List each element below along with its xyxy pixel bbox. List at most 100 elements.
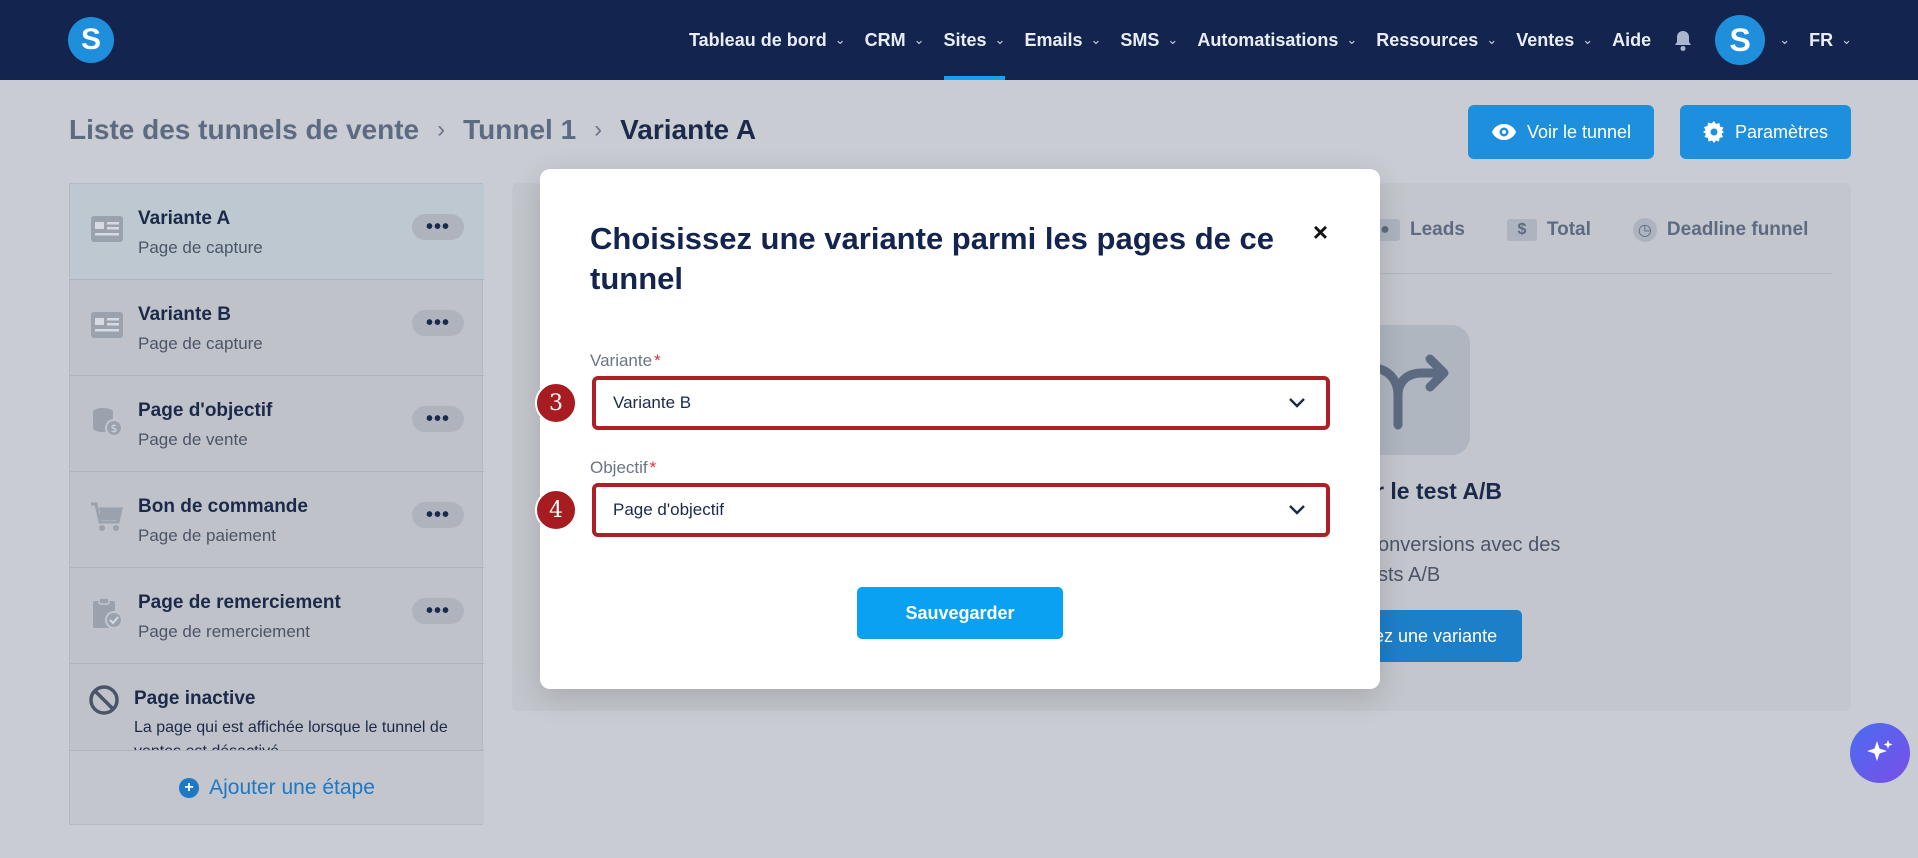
chevron-down-icon: ⌄ (1090, 32, 1102, 47)
ab-test-description: onversions avec des sts A/B (1378, 530, 1560, 590)
settings-button[interactable]: Paramètres (1680, 105, 1851, 159)
chevron-down-icon: ⌄ (834, 32, 846, 47)
sidebar-item-subtitle: Page de capture (138, 238, 263, 257)
stats-tabs: ● Leads $ Total ◷ Deadline funnel (1370, 218, 1850, 242)
sidebar-item-title: Page de remerciement (138, 592, 341, 613)
nav-item-crm[interactable]: CRM ⌄ (865, 0, 925, 80)
nav-item-tableau-de-bord[interactable]: Tableau de bord ⌄ (689, 0, 846, 80)
nav-item-label: Aide (1612, 29, 1652, 50)
objective-label-text: Objectif (590, 458, 648, 477)
variant-select[interactable]: Variante B (592, 376, 1330, 430)
language-label: FR (1809, 29, 1834, 50)
nav-item-label: Emails (1024, 29, 1083, 50)
sidebar-item-title: Variante B (138, 304, 231, 325)
sidebar-item-subtitle: Page de remerciement (138, 622, 310, 641)
sidebar-item-title: Variante A (138, 208, 231, 229)
ab-desc-line: onversions avec des (1378, 534, 1561, 556)
bell-icon[interactable] (1673, 30, 1693, 51)
save-button[interactable]: Sauvegarder (857, 587, 1063, 639)
chevron-down-icon: ⌄ (1841, 32, 1852, 47)
nav-item-sites[interactable]: Sites ⌄ (943, 0, 1006, 80)
objective-field-label: Objectif * (590, 458, 656, 478)
sidebar-item-page-remerciement[interactable]: Page de remerciement Page de remerciemen… (70, 568, 484, 664)
funnel-steps-sidebar: Variante A Page de capture ••• Variante … (69, 183, 484, 825)
dollar-icon: $ (1506, 219, 1537, 241)
chevron-down-icon: ⌄ (1167, 32, 1179, 47)
close-icon[interactable]: × (1313, 217, 1328, 248)
objective-select-value: Page d'objectif (613, 500, 724, 519)
chevron-right-icon: › (594, 116, 603, 143)
avatar-menu-toggle[interactable]: ⌄ (1771, 0, 1790, 80)
sidebar-item-title: Page inactive (134, 688, 256, 709)
chevron-down-icon: ⌄ (913, 32, 925, 47)
chevron-right-icon: › (437, 116, 446, 143)
variant-label-text: Variante (590, 351, 653, 370)
clock-icon: ◷ (1632, 218, 1657, 242)
more-options-button[interactable]: ••• (412, 406, 464, 432)
form-card-icon (91, 312, 123, 338)
breadcrumb-current: Variante A (620, 114, 757, 145)
variant-field-label: Variante * (590, 351, 661, 371)
nav-item-ressources[interactable]: Ressources ⌄ (1376, 0, 1497, 80)
variant-select-value: Variante B (613, 393, 692, 412)
chevron-down-icon: ⌄ (994, 32, 1006, 47)
sidebar-item-variante-a[interactable]: Variante A Page de capture ••• (70, 184, 484, 280)
language-selector[interactable]: FR ⌄ (1809, 0, 1852, 80)
sidebar-item-subtitle: Page de vente (138, 430, 248, 449)
nav-item-aide[interactable]: Aide (1612, 0, 1651, 80)
view-funnel-button[interactable]: Voir le tunnel (1468, 105, 1654, 159)
cart-icon (91, 502, 123, 531)
chevron-down-icon: ⌄ (1582, 32, 1594, 47)
tab-total[interactable]: $ Total (1506, 219, 1591, 241)
clipboard-check-icon (93, 597, 123, 629)
objective-select[interactable]: Page d'objectif (592, 483, 1330, 537)
ai-assistant-sparkle-icon[interactable] (1850, 723, 1910, 783)
sidebar-item-subtitle: Page de capture (138, 334, 263, 353)
tab-deadline-funnel[interactable]: ◷ Deadline funnel (1632, 218, 1809, 242)
more-options-button[interactable]: ••• (412, 598, 464, 624)
nav-item-ventes[interactable]: Ventes ⌄ (1516, 0, 1593, 80)
svg-text:$: $ (111, 422, 118, 435)
chevron-down-icon (1289, 398, 1305, 408)
tab-label: Total (1546, 219, 1591, 240)
sidebar-item-description: La page qui est affichée lorsque le tunn… (134, 719, 448, 752)
nav-item-automatisations[interactable]: Automatisations ⌄ (1197, 0, 1357, 80)
nav-item-emails[interactable]: Emails ⌄ (1024, 0, 1101, 80)
more-options-button[interactable]: ••• (412, 502, 464, 528)
required-mark: * (649, 458, 657, 477)
more-options-button[interactable]: ••• (412, 214, 464, 240)
nav-item-sms[interactable]: SMS ⌄ (1120, 0, 1178, 80)
nav-item-label: Ressources (1376, 29, 1479, 50)
breadcrumb: Liste des tunnels de vente › Tunnel 1 › … (69, 114, 756, 146)
nav-item-label: Automatisations (1197, 29, 1339, 50)
more-options-button[interactable]: ••• (412, 310, 464, 336)
app-logo[interactable]: S (68, 17, 114, 63)
nav-item-label: Sites (943, 29, 987, 50)
sidebar-item-page-inactive[interactable]: Page inactive La page qui est affichée l… (70, 664, 484, 752)
sidebar-item-subtitle: Page de paiement (138, 526, 276, 545)
step-badge-4: 4 (535, 489, 577, 531)
sidebar-item-page-objectif[interactable]: $ Page d'objectif Page de vente ••• (70, 376, 484, 472)
nav-menu: Tableau de bord ⌄ CRM ⌄ Sites ⌄ Emails ⌄ SMS… (670, 0, 1852, 80)
required-mark: * (654, 351, 661, 370)
sidebar-item-bon-de-commande[interactable]: Bon de commande Page de paiement ••• (70, 472, 484, 568)
tab-leads[interactable]: ● Leads (1370, 219, 1465, 241)
add-step-button[interactable]: + Ajouter une étape (70, 750, 484, 824)
avatar[interactable]: S (1715, 15, 1766, 65)
nav-item-label: Tableau de bord (689, 29, 827, 50)
ab-desc-line: sts A/B (1378, 564, 1441, 586)
ban-icon (89, 685, 119, 715)
settings-label: Paramètres (1734, 121, 1829, 142)
eye-icon (1491, 124, 1516, 140)
breadcrumb-funnel[interactable]: Tunnel 1 (463, 114, 576, 146)
nav-item-label: CRM (864, 29, 906, 50)
nav-item-label: Ventes (1516, 29, 1575, 50)
breadcrumb-funnel-list[interactable]: Liste des tunnels de vente (69, 114, 419, 146)
chevron-down-icon (1289, 505, 1305, 515)
nav-item-label: SMS (1120, 29, 1160, 50)
sidebar-item-variante-b[interactable]: Variante B Page de capture ••• (70, 280, 484, 376)
add-step-label: Ajouter une étape (209, 775, 375, 799)
tab-label: Deadline funnel (1666, 219, 1809, 240)
sidebar-item-title: Bon de commande (138, 496, 308, 517)
chevron-down-icon: ⌄ (1486, 32, 1498, 47)
